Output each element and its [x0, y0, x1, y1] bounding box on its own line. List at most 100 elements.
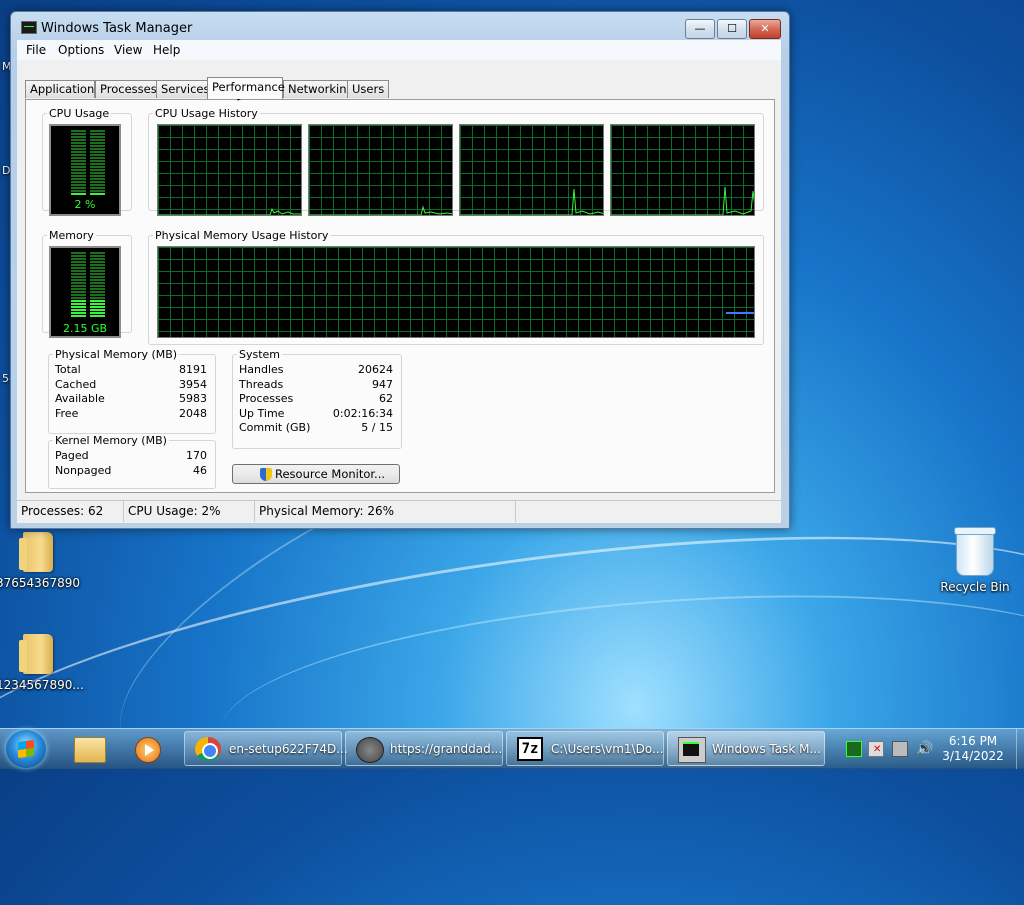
meter-segment: [71, 258, 105, 260]
cpu-history-graph-core-2: [308, 124, 453, 216]
system-group: System Handles 20624 Threads 947 Processes 62…: [232, 348, 402, 449]
meter-segment: [71, 130, 105, 132]
title-bar[interactable]: Windows Task Manager — ☐ ✕: [11, 12, 789, 40]
tab-users[interactable]: Users: [347, 80, 389, 98]
meter-segment: [71, 178, 105, 180]
taskbar-item-7zip[interactable]: 7z C:\Users\vm1\Do...: [506, 731, 664, 766]
cpu-core-1-line: [158, 207, 301, 215]
shield-icon: [260, 468, 272, 481]
pinned-explorer[interactable]: [64, 732, 116, 766]
meter-segment: [71, 136, 105, 138]
physical-memory-title: Physical Memory (MB): [53, 348, 180, 361]
network-icon[interactable]: [892, 741, 908, 757]
taskbar-item-task-manager[interactable]: Windows Task M...: [667, 731, 825, 766]
cpu-history-graph-core-3: [459, 124, 604, 216]
stat-row: Threads 947: [239, 378, 393, 392]
meter-segment: [71, 187, 105, 189]
stat-key: Paged: [55, 449, 89, 462]
volume-icon[interactable]: 🔊: [916, 741, 933, 757]
meter-segment: [71, 163, 105, 165]
meter-segment: [71, 181, 105, 183]
cpu-history-graph-core-4: [610, 124, 755, 216]
desktop-folder-1234567890[interactable]: 1234567890...: [0, 634, 84, 692]
taskbar-item-setup[interactable]: en-setup622F74D...: [184, 731, 348, 766]
meter-segment: [71, 291, 105, 293]
kernel-memory-group: Kernel Memory (MB) Paged 170 Nonpaged 46: [48, 434, 216, 489]
globe-icon: [356, 737, 384, 763]
start-button[interactable]: [6, 730, 46, 768]
desktop-icon-label: 37654367890: [0, 576, 80, 590]
pinned-media-player[interactable]: [122, 732, 174, 766]
system-title: System: [237, 348, 283, 361]
stat-value: 8191: [179, 363, 207, 376]
meter-segment: [71, 172, 105, 174]
physical-memory-group: Physical Memory (MB) Total 8191 Cached 3954…: [48, 348, 216, 434]
meter-segment: [71, 255, 105, 257]
action-center-icon[interactable]: [868, 741, 884, 757]
taskbar-item-label: Windows Task M...: [712, 742, 821, 756]
meter-segment: [71, 145, 105, 147]
cpu-usage-bars: [71, 130, 105, 196]
meter-segment: [71, 166, 105, 168]
meter-segment: [71, 139, 105, 141]
stat-row: Processes 62: [239, 392, 393, 406]
stat-key: Commit (GB): [239, 421, 311, 435]
meter-segment: [71, 175, 105, 177]
task-manager-icon: [678, 737, 706, 763]
meter-segment: [71, 300, 105, 302]
stat-value: 62: [379, 392, 393, 406]
show-desktop-button[interactable]: [1016, 729, 1024, 769]
tab-performance[interactable]: Performance: [207, 77, 285, 99]
desktop-folder-37654367890[interactable]: 37654367890: [0, 532, 80, 590]
stat-row: Handles 20624: [239, 363, 393, 377]
kernel-memory-title: Kernel Memory (MB): [53, 434, 169, 447]
stat-value: 20624: [358, 363, 393, 376]
stat-row: Free 2048: [55, 407, 207, 421]
chrome-icon: [195, 737, 221, 761]
clock[interactable]: 6:16 PM 3/14/2022: [934, 734, 1012, 764]
stat-value: 46: [193, 463, 207, 477]
meter-segment: [71, 261, 105, 263]
tab-networking[interactable]: Networking: [283, 80, 354, 98]
window-title: Windows Task Manager: [41, 21, 193, 36]
task-manager-window: Windows Task Manager — ☐ ✕ File Options …: [10, 11, 790, 529]
menu-view[interactable]: View: [114, 43, 142, 57]
window-client: File Options View Help Applications Proc…: [17, 40, 781, 523]
recycle-bin-icon: [954, 527, 996, 576]
resource-monitor-label: Resource Monitor...: [275, 467, 386, 481]
maximize-button[interactable]: ☐: [717, 19, 747, 39]
stat-value: 170: [186, 449, 207, 462]
menu-help[interactable]: Help: [153, 43, 180, 57]
meter-segment: [71, 279, 105, 281]
cpu-history-label: CPU Usage History: [153, 107, 260, 120]
meter-segment: [71, 264, 105, 266]
meter-segment: [71, 193, 105, 195]
menu-options[interactable]: Options: [58, 43, 104, 57]
folder-icon: [19, 532, 53, 572]
desktop-recycle-bin[interactable]: Recycle Bin: [933, 527, 1017, 594]
taskbar-item-browser[interactable]: https://granddad...: [345, 731, 503, 766]
tab-services[interactable]: Services: [156, 80, 210, 98]
stat-key: Up Time: [239, 406, 285, 420]
meter-segment: [71, 151, 105, 153]
meter-segment: [71, 267, 105, 269]
status-bar: Processes: 62 CPU Usage: 2% Physical Mem…: [17, 500, 781, 523]
stat-key: Processes: [239, 392, 294, 406]
minimize-button[interactable]: —: [685, 19, 715, 39]
cpu-history-group: CPU Usage History: [148, 107, 764, 216]
task-manager-tray-icon[interactable]: [846, 741, 862, 757]
meter-segment: [71, 309, 105, 311]
close-button[interactable]: ✕: [749, 19, 781, 39]
meter-segment: [71, 160, 105, 162]
menu-file[interactable]: File: [26, 43, 46, 57]
task-manager-icon: [21, 21, 37, 34]
resource-monitor-button[interactable]: Resource Monitor...: [232, 464, 400, 484]
tab-applications[interactable]: Applications: [25, 80, 100, 98]
meter-segment: [71, 306, 105, 308]
stat-row: Available 5983: [55, 392, 207, 406]
tab-processes[interactable]: Processes: [95, 80, 159, 98]
cpu-history-graph-core-1: [157, 124, 302, 216]
status-physical-memory: Physical Memory: 26%: [255, 501, 516, 522]
stat-row: Up Time 0:02:16:34: [239, 407, 393, 421]
meter-segment: [71, 285, 105, 287]
